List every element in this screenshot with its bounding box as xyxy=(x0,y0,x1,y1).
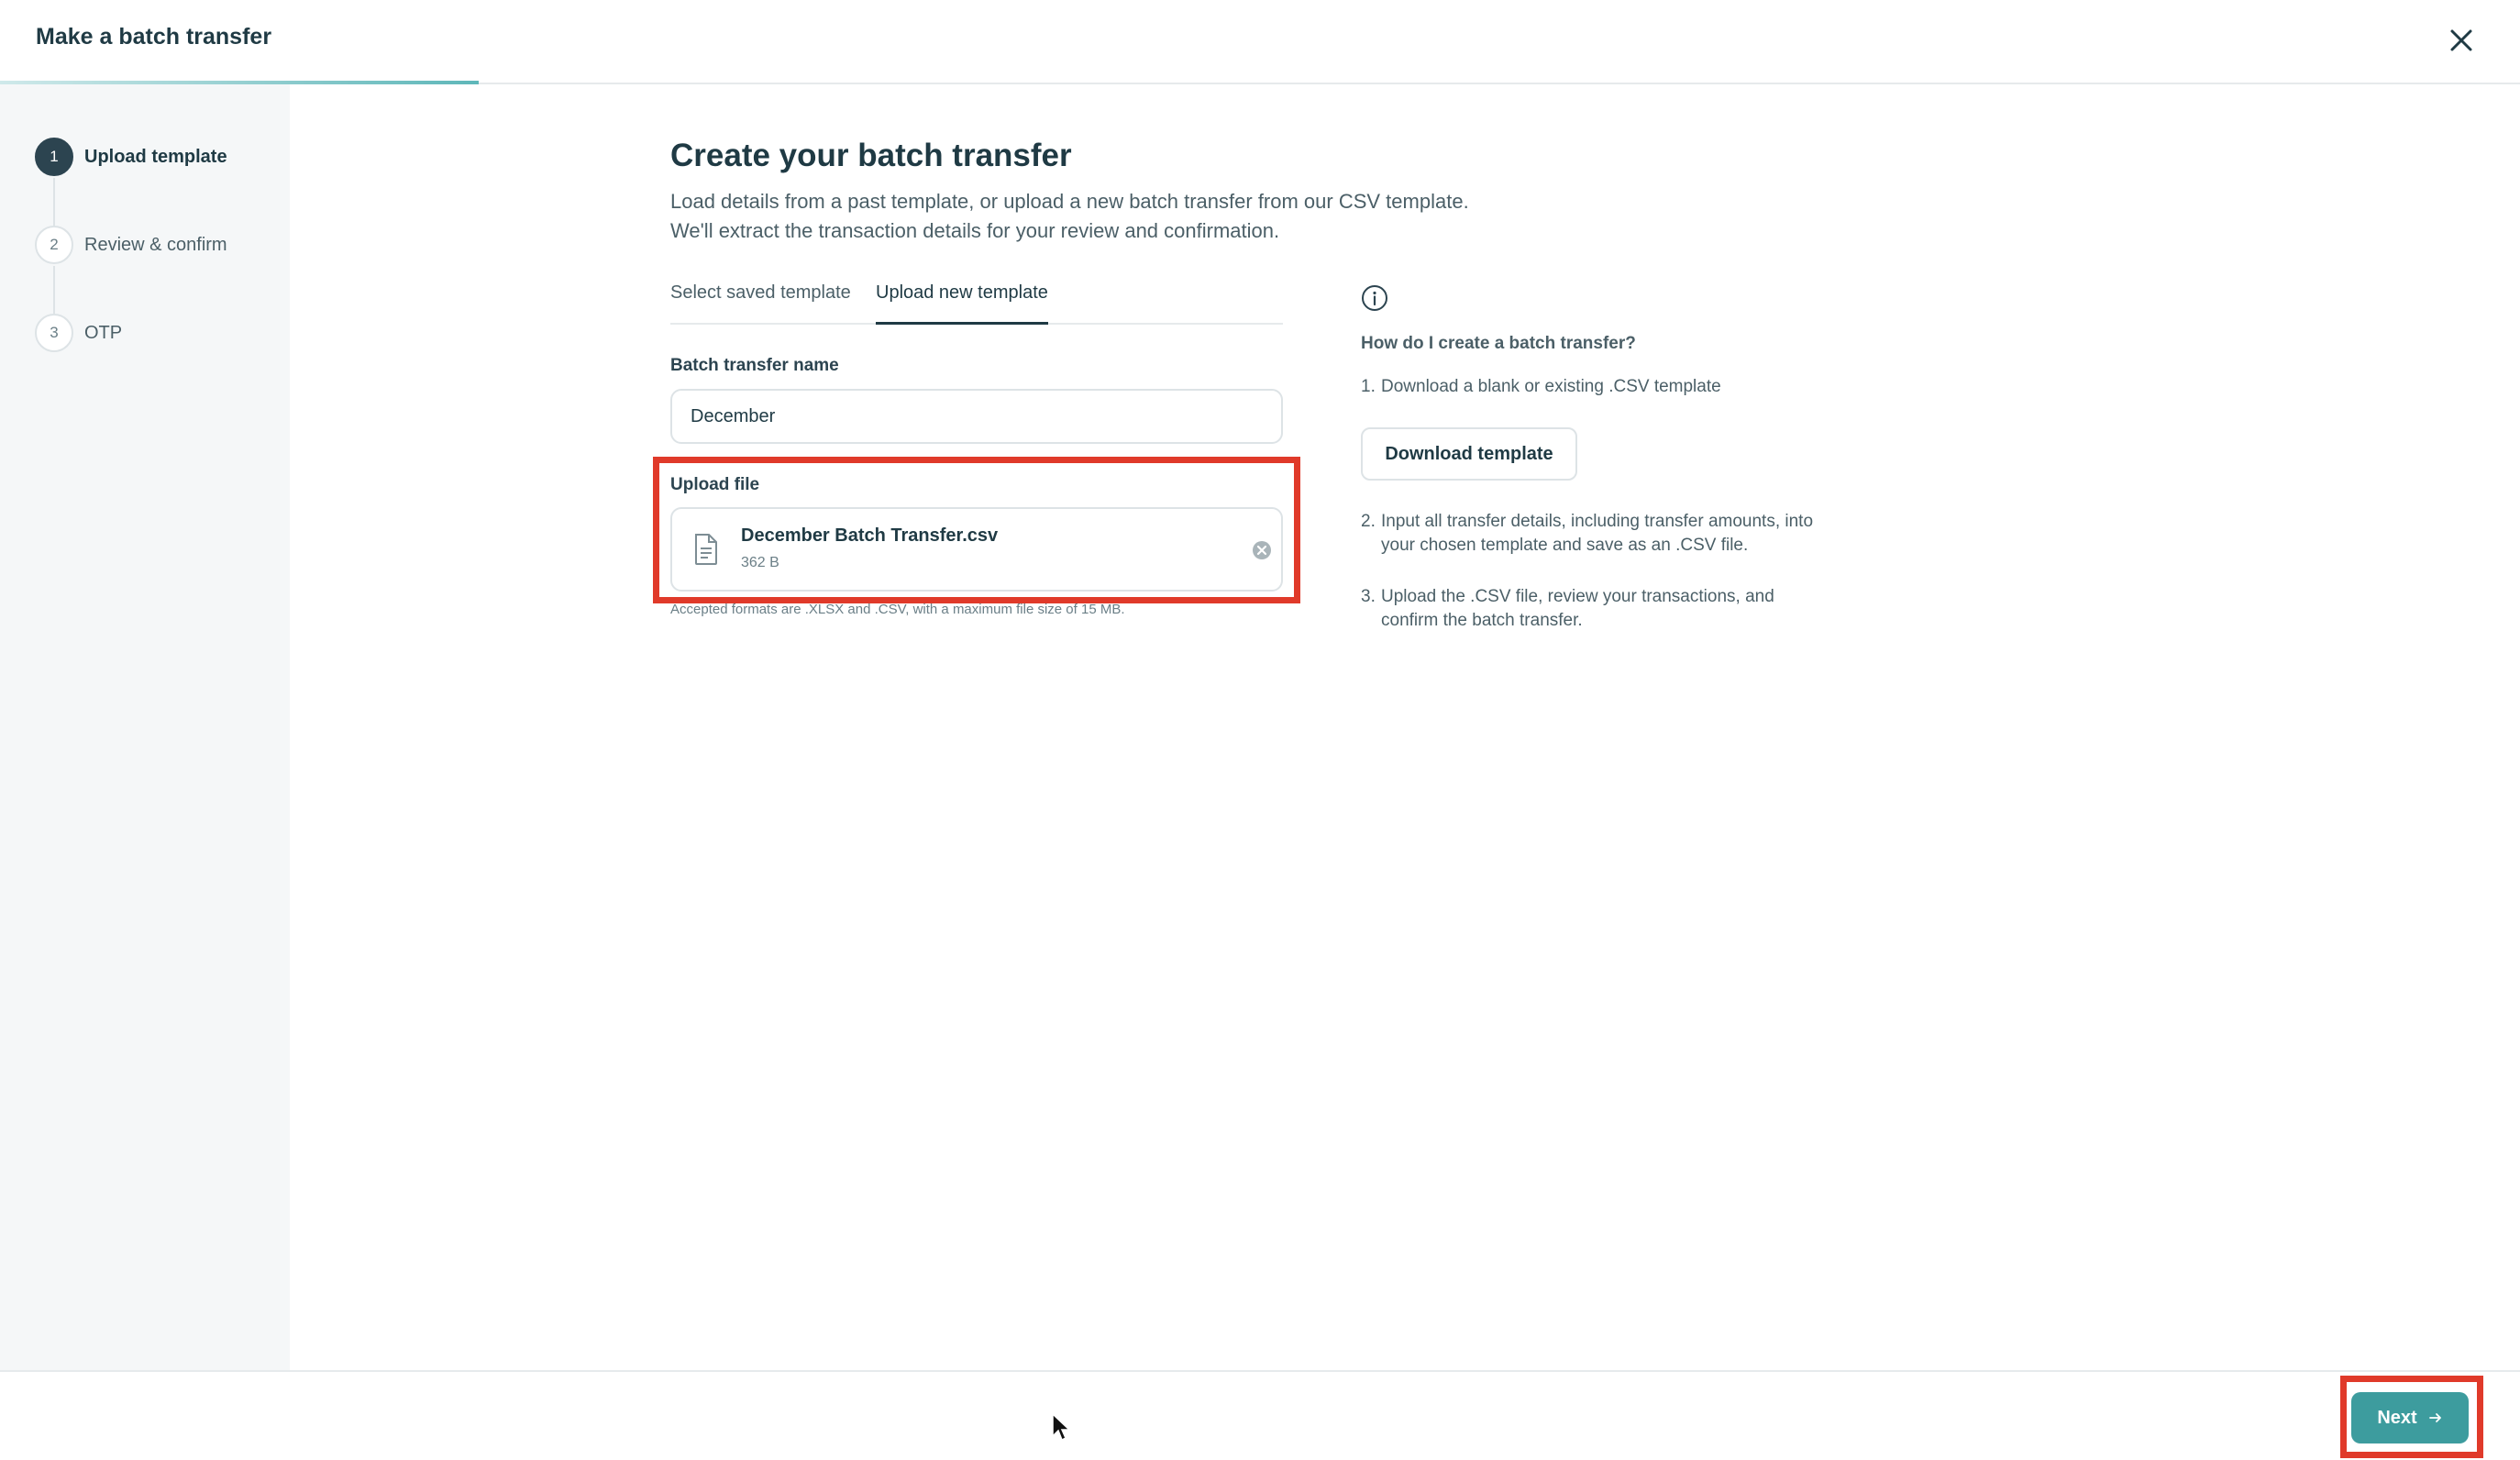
close-button[interactable] xyxy=(2443,22,2480,59)
step-review-confirm: 2 Review & confirm xyxy=(35,225,227,265)
batch-name-input[interactable] xyxy=(670,389,1283,444)
modal-title: Make a batch transfer xyxy=(36,24,272,50)
tab-upload-new-template[interactable]: Upload new template xyxy=(876,281,1048,325)
help-step-3: 3. Upload the .CSV file, review your tra… xyxy=(1361,585,1819,633)
next-button[interactable]: Next xyxy=(2351,1392,2469,1443)
step-number: 2 xyxy=(35,226,73,264)
step-connector xyxy=(53,266,55,314)
steps-sidebar: 1 Upload template 2 Review & confirm 3 O… xyxy=(0,84,290,1370)
tab-select-saved-template[interactable]: Select saved template xyxy=(670,281,851,325)
remove-file-icon[interactable] xyxy=(1252,540,1272,560)
description-line: Load details from a past template, or up… xyxy=(670,190,1469,213)
upload-hint: Accepted formats are .XLSX and .CSV, wit… xyxy=(670,602,1125,617)
upload-file-label: Upload file xyxy=(670,475,760,494)
batch-name-label: Batch transfer name xyxy=(670,356,839,375)
help-step-number: 2. xyxy=(1361,512,1376,531)
help-step-text: Upload the .CSV file, review your transa… xyxy=(1381,587,1774,630)
next-button-label: Next xyxy=(2377,1407,2417,1428)
description-line: We'll extract the transaction details fo… xyxy=(670,219,1280,242)
help-step-2: 2. Input all transfer details, including… xyxy=(1361,510,1838,558)
file-name: December Batch Transfer.csv xyxy=(741,525,999,546)
help-step-number: 1. xyxy=(1361,377,1376,396)
step-number: 3 xyxy=(35,314,73,352)
help-step-number: 3. xyxy=(1361,587,1376,606)
progress-bar xyxy=(0,81,2520,84)
mouse-cursor-icon xyxy=(1052,1412,1071,1442)
download-template-button[interactable]: Download template xyxy=(1361,427,1577,481)
arrow-right-icon xyxy=(2428,1413,2441,1422)
step-label: Upload template xyxy=(84,146,227,167)
uploaded-file-card: December Batch Transfer.csv 362 B xyxy=(670,507,1283,592)
page-description: Load details from a past template, or up… xyxy=(670,187,1587,246)
step-number: 1 xyxy=(35,138,73,176)
close-icon[interactable] xyxy=(2443,22,2480,59)
step-label: OTP xyxy=(84,322,123,343)
help-title: How do I create a batch transfer? xyxy=(1361,334,1636,353)
step-connector xyxy=(53,178,55,226)
file-size: 362 B xyxy=(741,555,779,570)
template-tabs: Select saved template Upload new templat… xyxy=(670,281,1283,325)
help-step-text: Download a blank or existing .CSV templa… xyxy=(1381,377,1721,396)
modal-header: Make a batch transfer xyxy=(0,0,2520,84)
info-icon xyxy=(1362,285,1387,311)
step-otp: 3 OTP xyxy=(35,313,122,353)
step-upload-template: 1 Upload template xyxy=(35,137,227,177)
step-label: Review & confirm xyxy=(84,234,227,255)
page-title: Create your batch transfer xyxy=(670,138,1072,173)
modal-footer xyxy=(0,1370,2520,1460)
help-step-1: 1. Download a blank or existing .CSV tem… xyxy=(1361,375,1856,399)
file-icon xyxy=(695,534,717,565)
help-step-text: Input all transfer details, including tr… xyxy=(1381,512,1814,555)
